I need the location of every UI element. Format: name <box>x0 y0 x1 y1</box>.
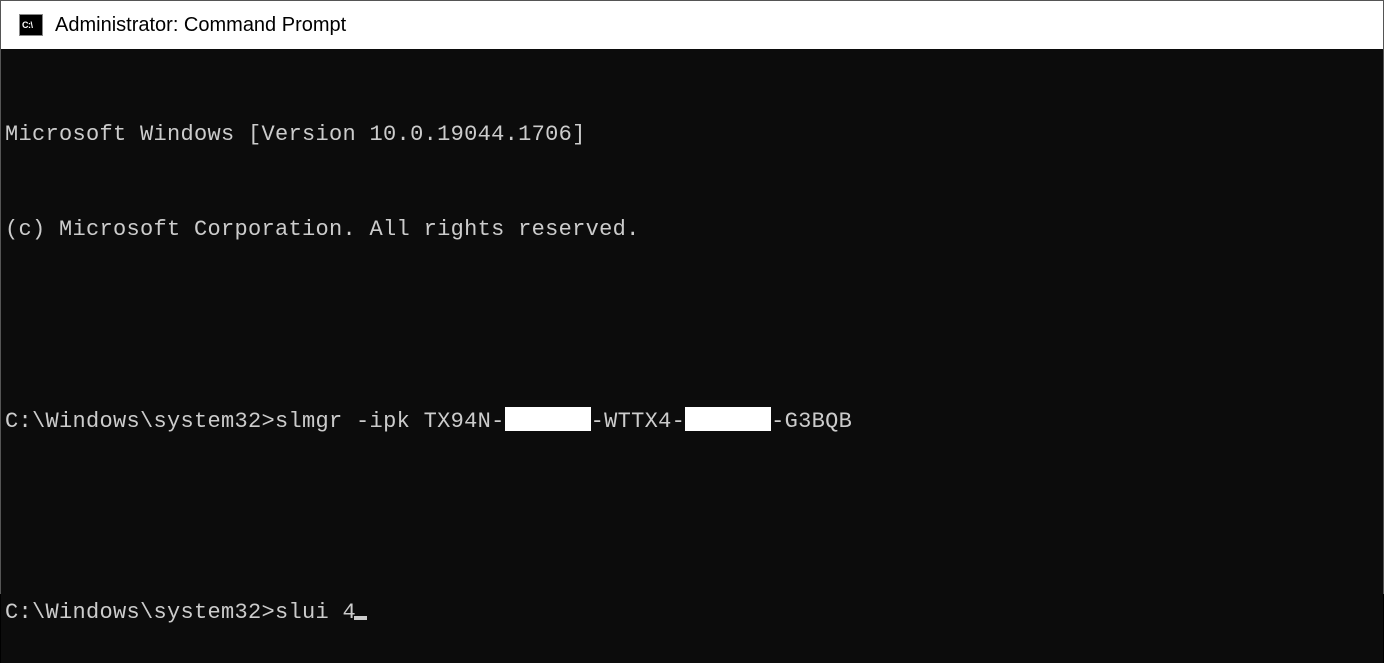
redacted-1 <box>505 407 591 431</box>
terminal-output[interactable]: Microsoft Windows [Version 10.0.19044.17… <box>1 49 1383 663</box>
window-title: Administrator: Command Prompt <box>55 14 346 37</box>
cmd1-part3: -G3BQB <box>771 409 852 434</box>
cmd1-part1: slmgr -ipk TX94N- <box>275 409 505 434</box>
version-line: Microsoft Windows [Version 10.0.19044.17… <box>5 119 1381 151</box>
text-cursor <box>354 616 367 620</box>
cmd1-part2: -WTTX4- <box>591 409 686 434</box>
blank-line <box>5 310 1381 342</box>
cmd2: slui 4 <box>275 600 356 625</box>
blank-line-2 <box>5 501 1381 533</box>
version-text: Microsoft Windows [Version 10.0.19044.17… <box>5 122 586 147</box>
command-line-1: C:\Windows\system32>slmgr -ipk TX94N- -WT… <box>5 406 1381 438</box>
prompt-1: C:\Windows\system32> <box>5 409 275 434</box>
cmd-icon-label: C:\ <box>22 20 33 30</box>
redacted-2 <box>685 407 771 431</box>
window-title-bar[interactable]: C:\ Administrator: Command Prompt <box>1 1 1383 49</box>
copyright-line: (c) Microsoft Corporation. All rights re… <box>5 214 1381 246</box>
cmd-icon: C:\ <box>19 14 43 36</box>
command-line-2: C:\Windows\system32>slui 4 <box>5 597 1381 629</box>
prompt-2: C:\Windows\system32> <box>5 600 275 625</box>
copyright-text: (c) Microsoft Corporation. All rights re… <box>5 217 640 242</box>
